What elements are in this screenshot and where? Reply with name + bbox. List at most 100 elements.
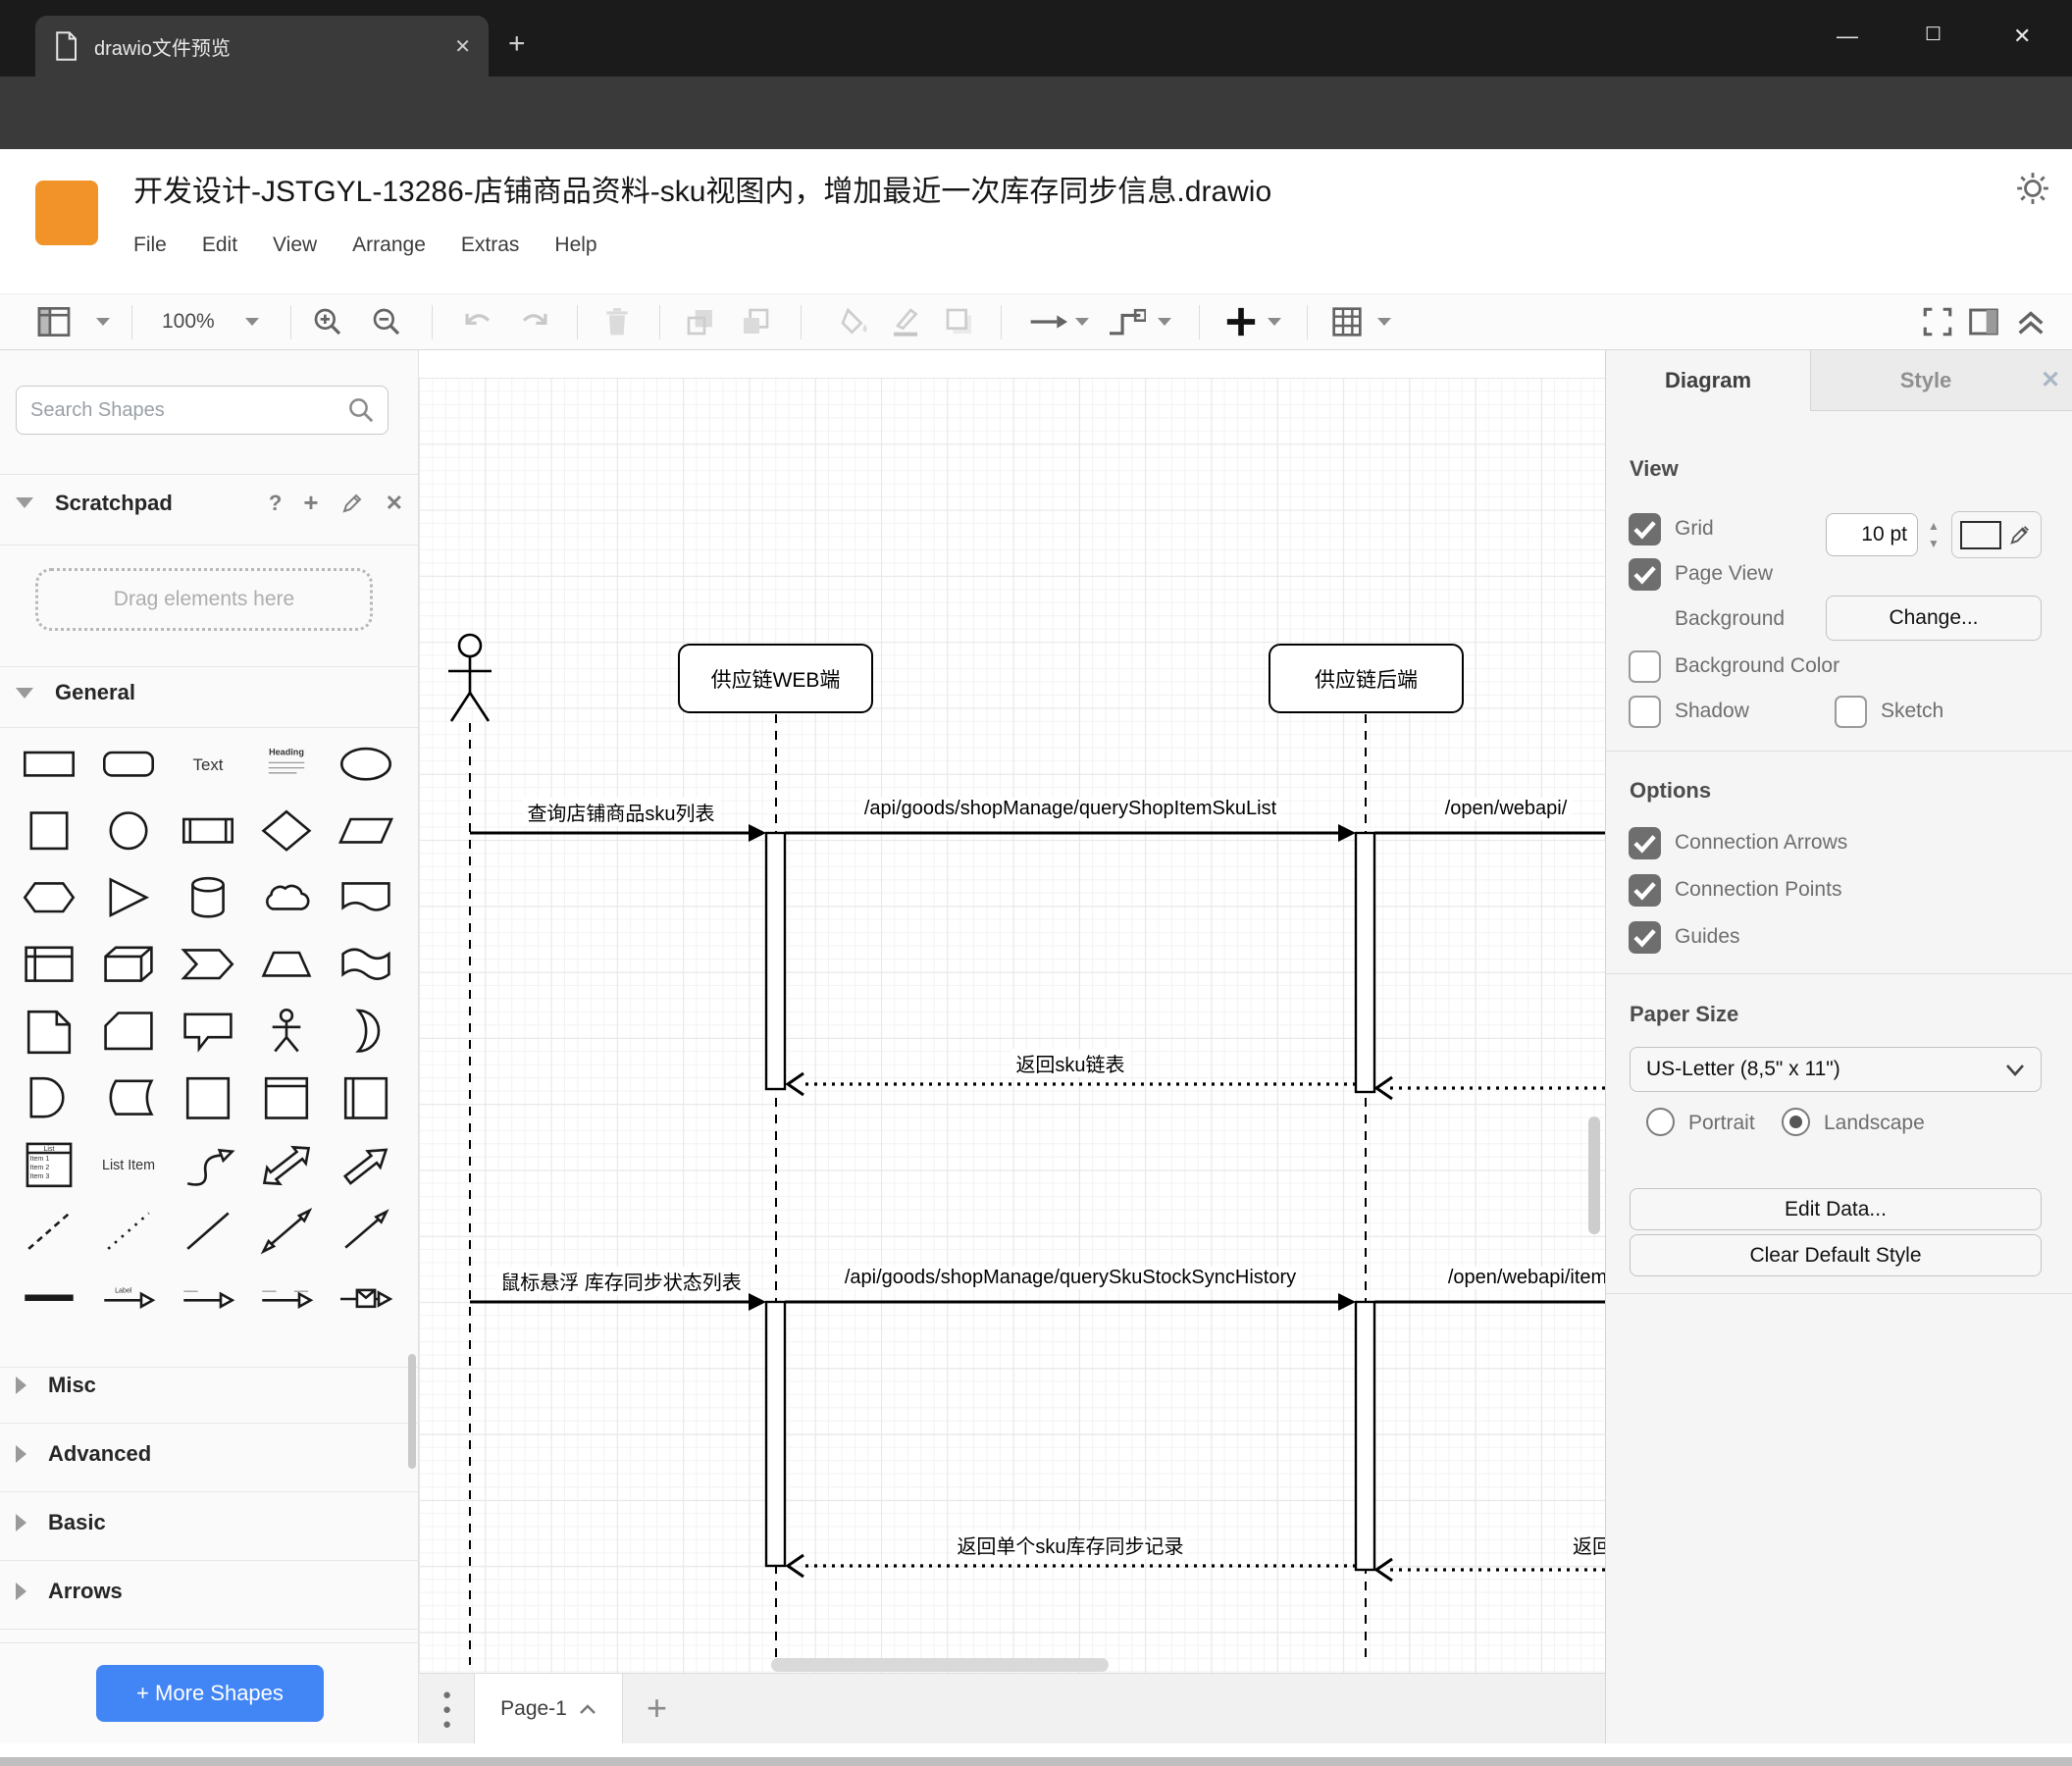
tab-diagram[interactable]: Diagram xyxy=(1606,350,1811,411)
lifeline-head-backend[interactable]: 供应链后端 xyxy=(1269,644,1464,713)
shape-container[interactable] xyxy=(169,1072,247,1125)
lifeline-head-web[interactable]: 供应链WEB端 xyxy=(678,644,873,713)
format-panel-icon[interactable] xyxy=(1968,306,1999,338)
menu-edit[interactable]: Edit xyxy=(202,234,237,257)
menu-file[interactable]: File xyxy=(133,234,167,257)
window-minimize-button[interactable]: — xyxy=(1837,24,1858,49)
message-label[interactable]: 返回单个sku库存同步记录 xyxy=(952,1531,1189,1559)
shape-step[interactable] xyxy=(169,939,247,992)
connection-style-icon[interactable] xyxy=(1028,308,1067,336)
fill-color-icon[interactable] xyxy=(838,306,871,338)
add-page-button[interactable]: + xyxy=(647,1688,667,1729)
shape-horizontal-container[interactable] xyxy=(327,1072,405,1125)
waypoint-style-caret-icon[interactable] xyxy=(1158,318,1171,326)
shape-ellipse[interactable] xyxy=(327,739,405,792)
scratchpad-edit-icon[interactable] xyxy=(340,492,364,515)
shape-line[interactable] xyxy=(169,1206,247,1259)
change-background-button[interactable]: Change... xyxy=(1826,596,2042,641)
expand-arrow-icon[interactable] xyxy=(16,1445,26,1463)
menu-view[interactable]: View xyxy=(273,234,317,257)
paper-size-select[interactable]: US-Letter (8,5" x 11") xyxy=(1630,1047,2042,1092)
tab-close-icon[interactable]: ✕ xyxy=(454,34,471,59)
menu-extras[interactable]: Extras xyxy=(461,234,520,257)
shape-dashed-line[interactable] xyxy=(10,1206,88,1259)
menu-arrange[interactable]: Arrange xyxy=(352,234,426,257)
shape-curve[interactable] xyxy=(169,1139,247,1192)
shape-list-item[interactable]: List Item xyxy=(89,1139,168,1192)
shape-document[interactable] xyxy=(327,872,405,925)
shape-source-target-arrow[interactable] xyxy=(247,1273,326,1325)
shape-source-arrow[interactable] xyxy=(169,1273,247,1325)
toggle-panels-icon[interactable] xyxy=(37,307,71,337)
line-color-icon[interactable] xyxy=(889,306,922,338)
table-icon[interactable] xyxy=(1330,306,1364,338)
landscape-radio[interactable] xyxy=(1782,1108,1810,1136)
shape-cube[interactable] xyxy=(89,939,168,992)
message-label[interactable]: 查询店铺商品sku列表 xyxy=(522,798,720,826)
shape-trapezoid[interactable] xyxy=(247,939,326,992)
shape-callout[interactable] xyxy=(169,1006,247,1059)
shape-heading[interactable]: Heading xyxy=(247,739,326,792)
message-label[interactable]: /api/goods/shopManage/queryShopItemSkuLi… xyxy=(858,798,1282,820)
shape-hexagon[interactable] xyxy=(10,872,88,925)
zoom-in-icon[interactable] xyxy=(312,306,343,338)
collapse-arrow-icon[interactable] xyxy=(16,687,33,699)
shadow-checkbox[interactable] xyxy=(1629,696,1661,728)
shape-label-arrow[interactable]: Label xyxy=(89,1273,168,1325)
pages-menu-icon[interactable]: ● ● ● xyxy=(442,1688,451,1732)
collapse-arrow-icon[interactable] xyxy=(16,497,33,508)
general-section[interactable]: General xyxy=(16,680,135,705)
grid-size-spinner[interactable]: ▲ ▼ xyxy=(1922,513,1945,556)
shape-diamond[interactable] xyxy=(247,805,326,858)
to-back-icon[interactable] xyxy=(740,306,771,338)
canvas-vertical-scrollbar[interactable] xyxy=(1588,1117,1600,1234)
shape-tape[interactable] xyxy=(327,939,405,992)
message-label[interactable]: 返回 xyxy=(1568,1531,1605,1559)
shape-parallelogram[interactable] xyxy=(327,805,405,858)
background-color-checkbox[interactable] xyxy=(1629,650,1661,683)
shape-box-arrow[interactable] xyxy=(327,1273,405,1325)
shape-process[interactable] xyxy=(169,805,247,858)
expand-arrow-icon[interactable] xyxy=(16,1514,26,1532)
scratchpad-dropzone[interactable]: Drag elements here xyxy=(35,568,373,631)
insert-caret-icon[interactable] xyxy=(1268,318,1281,326)
shape-bidirectional-connector[interactable] xyxy=(247,1206,326,1259)
shape-triangle[interactable] xyxy=(89,872,168,925)
search-input[interactable] xyxy=(17,398,346,422)
grid-color-button[interactable] xyxy=(1951,511,2042,558)
zoom-out-icon[interactable] xyxy=(371,306,402,338)
edit-data-button[interactable]: Edit Data... xyxy=(1630,1188,2042,1230)
sidebar-section-advanced[interactable]: Advanced xyxy=(16,1441,151,1467)
scratchpad-close-icon[interactable]: ✕ xyxy=(386,491,403,516)
shape-dotted-line[interactable] xyxy=(89,1206,168,1259)
shape-text[interactable]: Text xyxy=(169,739,247,792)
shape-or[interactable] xyxy=(327,1006,405,1059)
sidebar-section-arrows[interactable]: Arrows xyxy=(16,1579,123,1604)
shape-rectangle[interactable] xyxy=(10,739,88,792)
shape-and[interactable] xyxy=(10,1072,88,1125)
browser-tab[interactable]: drawio文件预览 ✕ xyxy=(35,16,489,77)
page-view-checkbox[interactable] xyxy=(1629,558,1661,591)
zoom-level[interactable]: 100% xyxy=(162,310,215,334)
page-tab[interactable]: Page-1 xyxy=(474,1674,623,1744)
actor-figure[interactable] xyxy=(448,633,492,722)
message-label[interactable]: /open/webapi/ xyxy=(1439,798,1573,820)
sketch-checkbox[interactable] xyxy=(1835,696,1867,728)
shape-list[interactable]: List Item 1 Item 2 Item 3 xyxy=(10,1139,88,1192)
message-label[interactable]: 返回sku链表 xyxy=(1010,1049,1130,1077)
scratchpad-help-icon[interactable]: ? xyxy=(269,491,282,516)
waypoint-style-icon[interactable] xyxy=(1107,305,1146,338)
zoom-caret-icon[interactable] xyxy=(245,318,259,326)
shape-circle[interactable] xyxy=(89,805,168,858)
panel-close-icon[interactable]: ✕ xyxy=(2041,350,2072,411)
clear-default-style-button[interactable]: Clear Default Style xyxy=(1630,1234,2042,1276)
guides-checkbox[interactable] xyxy=(1629,921,1661,954)
message-label[interactable]: /open/webapi/item xyxy=(1442,1267,1605,1289)
scratchpad-add-icon[interactable]: + xyxy=(303,488,318,518)
grid-size-input[interactable] xyxy=(1826,513,1918,556)
scratchpad-section[interactable]: Scratchpad ? + ✕ xyxy=(16,488,403,518)
shape-horizontal-line[interactable] xyxy=(10,1273,88,1325)
connection-style-caret-icon[interactable] xyxy=(1075,318,1089,326)
shadow-icon[interactable] xyxy=(944,306,975,338)
theme-toggle-icon[interactable] xyxy=(2013,169,2052,208)
